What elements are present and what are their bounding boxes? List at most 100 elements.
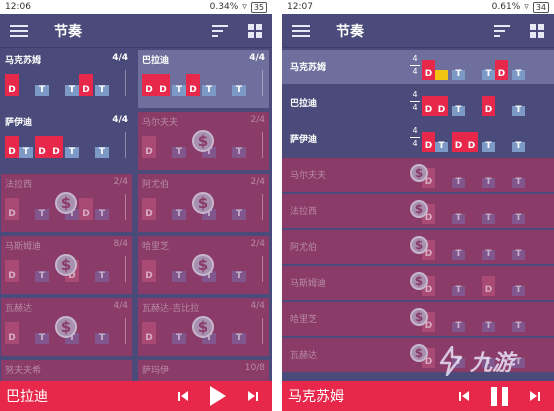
tek-stroke: T [512,285,525,296]
rhythm-name: 萨伊迪 [290,135,318,145]
speed-text: 0.34% [209,2,239,12]
rhythm-grid: 马克苏姆 4/4 D T T D T 巴拉迪 4/4 D D T D T T 萨伊迪 4/4 D T D D T T 马尔夫夫… [0,48,272,381]
time-signature: 2/4 [250,115,265,125]
sort-icon[interactable] [494,24,510,37]
time-signature: 4/4 [250,301,265,311]
rhythm-card[interactable]: 马尔夫夫 2/4 D T T T $ [138,112,269,170]
locked-coin-icon: $ [410,164,428,182]
rhythm-row[interactable]: 哈里芝 D T T T $ [282,302,554,336]
time-signature: 2/4 [113,177,128,187]
tek-stroke: T [95,271,109,282]
card-header: 瓦赫达-吉比拉 4/4 [142,301,265,314]
dum-stroke: D [35,136,49,158]
beat-pattern: DTTT [422,200,542,224]
tek-stroke: T [95,147,109,158]
rhythm-card[interactable]: 瓦赫达-吉比拉 4/4 D T T T $ [138,298,269,356]
rhythm-card[interactable]: 巴拉迪 4/4 D D T D T T [138,50,269,108]
hamburger-menu-icon[interactable] [10,24,28,37]
rhythm-list: 马克苏姆 4 4 D T T D T 巴拉迪 4 4 D D T D T 萨伊迪 4 4 D T D D T T 马尔夫夫 D T T T… [282,48,554,381]
rhythm-card[interactable]: 马斯姆迪 8/4 D T D T $ [1,236,132,294]
rhythm-card[interactable]: 法拉西 2/4 D T T D T $ [1,174,132,232]
rhythm-name: 阿尤伯 [290,243,318,253]
locked-coin-icon: $ [55,254,77,276]
tek-stroke: T [35,209,49,220]
battery-icon: 35 [250,1,267,13]
beat-slot: D [482,92,512,116]
card-header: 法拉西 2/4 [5,177,128,190]
beat-slot: T [452,272,482,296]
beat-pattern: DTTDT [5,70,126,96]
pause-button[interactable] [491,386,508,406]
rhythm-name: 巴拉迪 [290,99,318,109]
tek-stroke: T [512,177,525,188]
sort-icon[interactable] [212,24,228,37]
dum-stroke: D [142,260,156,282]
app-bar: 节奏 [0,14,272,48]
right-phone-screen: 12:07 0.61% ▿ 34 节奏 马克苏姆 4 4 D T T D T 巴拉迪 4 4 D D T D… [282,0,554,411]
rhythm-row[interactable]: 马克苏姆 4 4 D T T D T [282,50,554,84]
beat-slot: TD [482,56,512,80]
tek-stroke: T [202,85,216,96]
rhythm-card[interactable]: 瓦赫达 4/4 D T T T $ [1,298,132,356]
hamburger-menu-icon[interactable] [292,24,310,37]
rhythm-row[interactable]: 马尔夫夫 D T T T $ [282,158,554,192]
player-bar: 巴拉迪 [0,381,272,411]
locked-coin-icon: $ [410,308,428,326]
tek-stroke: T [512,141,525,152]
dum-stroke: D [5,198,19,220]
rhythm-row[interactable]: 巴拉迪 4 4 D D T D T [282,86,554,120]
play-button[interactable] [210,386,226,406]
next-button[interactable] [530,391,540,401]
beat-slot: T [452,164,482,188]
rhythm-card[interactable]: 哈里芝 2/4 D T T T $ [138,236,269,294]
rhythm-card[interactable]: 努夫夫希 [1,360,132,381]
beat-slot: T [512,92,542,116]
beat-slot: D [142,318,172,344]
card-header: 马克苏姆 4/4 [5,53,128,66]
card-header: 巴拉迪 4/4 [142,53,265,66]
grid-view-icon[interactable] [248,23,262,38]
beat-slot: D [482,272,512,296]
beat-slot: T [482,308,512,332]
beat-slot: T [232,70,262,96]
beat-slot: T [452,92,482,116]
beat-pattern: DDTDTT [142,70,263,96]
beat-slot: T [512,236,542,260]
next-button[interactable] [248,391,258,401]
time-signature-bottom: 4 [410,101,420,114]
beat-slot: T [232,318,262,344]
rhythm-card[interactable]: 萨玛伊 10/8 [138,360,269,381]
rhythm-row[interactable]: 萨伊迪 4 4 D T D D T T [282,122,554,156]
battery-icon: 34 [532,1,549,13]
beat-slot: T [95,194,125,220]
beat-slot: T [35,70,65,96]
time-signature-bottom: 4 [410,137,420,150]
rhythm-card[interactable]: 马克苏姆 4/4 D T T D T [1,50,132,108]
rhythm-card[interactable]: 萨伊迪 4/4 D T D D T T [1,112,132,170]
card-header: 努夫夫希 [5,363,128,376]
rhythm-row[interactable]: 阿尤伯 D T T T $ [282,230,554,264]
dum-stroke: D [422,132,435,152]
page-title: 节奏 [54,23,82,40]
time-signature-top: 4 [412,90,418,99]
rhythm-name: 瓦赫达 [5,304,33,314]
previous-button[interactable] [178,391,188,401]
rhythm-row[interactable]: 马斯姆迪 D T D T $ [282,266,554,300]
previous-button[interactable] [459,391,469,401]
rhythm-row[interactable]: 法拉西 D T T T $ [282,194,554,228]
beat-slot: T [452,236,482,260]
grid-view-icon[interactable] [530,23,544,38]
rhythm-name: 马克苏姆 [5,56,42,66]
tek-stroke: T [482,249,495,260]
card-header: 马尔夫夫 2/4 [142,115,265,128]
time-signature: 2/4 [250,239,265,249]
time-signature: 2/4 [250,177,265,187]
beat-slot: T [482,128,512,152]
beat-slot: DD [452,128,482,152]
player-bar: 马克苏姆 [282,381,554,411]
dum-stroke: D [422,60,435,80]
beat-pattern: DTDDTT [5,132,126,158]
time-signature: 4/4 [112,53,128,63]
beat-slot: D [142,256,172,282]
rhythm-card[interactable]: 阿尤伯 2/4 D T T T $ [138,174,269,232]
